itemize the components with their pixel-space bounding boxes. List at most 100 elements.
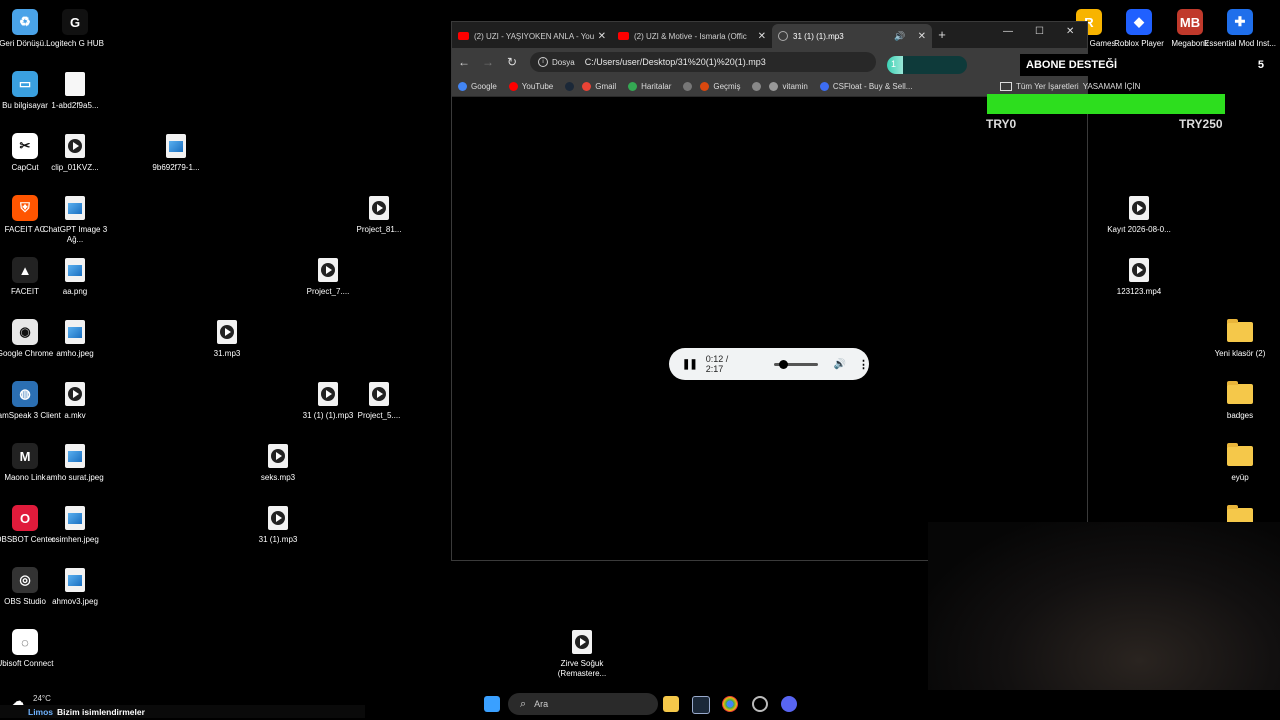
close-icon[interactable]: ✕ xyxy=(918,31,926,42)
bookmark-item[interactable]: YouTube xyxy=(508,81,553,91)
desktop-icon-label: a.mkv xyxy=(64,411,86,420)
overlay-count: 5 xyxy=(1257,59,1264,71)
bookmark-label: Haritalar xyxy=(641,81,672,91)
desktop-icon-osimhen[interactable]: osimhen.jpeg xyxy=(37,500,113,545)
back-icon[interactable]: ← xyxy=(452,55,476,69)
desktop-icon-label: Yeni klasör (2) xyxy=(1214,349,1266,358)
faceit-ac-icon: ⛨ xyxy=(11,194,39,222)
bookmark-favicon-icon xyxy=(565,81,575,91)
tab-youtube-1[interactable]: (2) UZI - YAŞIYOKEN ANLA - You ✕ xyxy=(452,24,612,48)
desktop-icon-a-mkv[interactable]: a.mkv xyxy=(37,376,113,421)
start-icon[interactable] xyxy=(484,696,500,712)
desktop-icon-chatgpt-image[interactable]: ChatGPT Image 3 Ağ... xyxy=(37,190,113,245)
desktop-icon-logitech[interactable]: G Logitech G HUB xyxy=(37,4,113,49)
all-bookmarks[interactable]: Tüm Yer İşaretleri YASAMAM İÇİN xyxy=(1000,82,1140,91)
close-icon[interactable]: ✕ xyxy=(598,31,606,42)
steam-icon[interactable] xyxy=(692,696,710,714)
desktop-icon-project-7[interactable]: Project_7.... xyxy=(290,252,366,297)
close-icon[interactable]: ✕ xyxy=(758,31,766,42)
seek-bar[interactable] xyxy=(774,359,818,369)
desktop-icon-label: 1-abd2f9a5... xyxy=(51,101,99,110)
obs-studio-icon: ◎ xyxy=(11,566,39,594)
bookmark-item[interactable] xyxy=(565,81,578,91)
desktop-icon-yeni-klasor[interactable]: Yeni klasör (2) xyxy=(1202,314,1278,359)
desktop-icon-kayit[interactable]: Kayıt 2026-08-0... xyxy=(1101,190,1177,235)
desktop-icon-badges[interactable]: badges xyxy=(1202,376,1278,421)
desktop-icon-31-mp3[interactable]: 31.mp3 xyxy=(189,314,265,359)
chrome-icon[interactable] xyxy=(722,696,738,712)
desktop-icon-file-1abd[interactable]: 1-abd2f9a5... xyxy=(37,66,113,111)
desktop-icon-label: clip_01KVZ... xyxy=(51,163,99,172)
image-file-icon xyxy=(61,566,89,594)
desktop-icon-label: badges xyxy=(1226,411,1254,420)
reload-icon[interactable]: ↻ xyxy=(500,55,524,69)
forward-icon[interactable]: → xyxy=(476,55,500,69)
media-file-icon xyxy=(264,442,292,470)
desktop-icon-eyup[interactable]: eyüp xyxy=(1202,438,1278,483)
weather-temp[interactable]: 24°C xyxy=(33,694,51,703)
youtube-icon xyxy=(458,32,469,40)
bookmark-item[interactable]: Haritalar xyxy=(628,81,672,91)
overlay-title: ABONE DESTEĞİ xyxy=(1026,59,1118,71)
bookmark-favicon-icon xyxy=(582,81,592,91)
desktop-icon-file-9b692[interactable]: 9b692f79-1... xyxy=(138,128,214,173)
tab-mp3[interactable]: 31 (1) (1).mp3 🔊 ✕ xyxy=(772,24,932,48)
image-file-icon xyxy=(61,442,89,470)
media-file-icon xyxy=(213,318,241,346)
maximize-icon[interactable]: ☐ xyxy=(1035,26,1044,37)
desktop-icon-31-1-mp3[interactable]: 31 (1).mp3 xyxy=(240,500,316,545)
audio-player[interactable]: ❚❚ 0:12 / 2:17 🔊 ⋮ xyxy=(669,348,869,380)
desktop-icon-ahmov3[interactable]: ahmov3.jpeg xyxy=(37,562,113,607)
goal-max-label: TRY250 xyxy=(1179,117,1223,131)
desktop-icon-label: 31.mp3 xyxy=(213,349,241,358)
faceit-icon: ▲ xyxy=(11,256,39,284)
new-tab-button[interactable]: + xyxy=(932,24,952,48)
image-file-icon xyxy=(61,504,89,532)
tab-youtube-2[interactable]: (2) UZI & Motive - Ismarla (Offic ✕ xyxy=(612,24,772,48)
desktop-icon-project-81[interactable]: Project_81... xyxy=(341,190,417,235)
bookmark-label: Gmail xyxy=(595,81,617,91)
file-explorer-icon[interactable] xyxy=(663,696,679,712)
taskbar-search[interactable]: ⌕ Ara xyxy=(508,693,658,715)
image-file-icon xyxy=(61,318,89,346)
search-placeholder: Ara xyxy=(534,699,549,709)
window-close-icon[interactable]: ✕ xyxy=(1066,26,1074,37)
pause-icon[interactable]: ❚❚ xyxy=(682,359,698,370)
donation-overlay-title: ABONE DESTEĞİ 5 xyxy=(1020,54,1270,76)
obsbot-icon: O xyxy=(11,504,39,532)
desktop-icon-amho-surat[interactable]: amho surat.jpeg xyxy=(37,438,113,483)
media-file-icon xyxy=(314,256,342,284)
bookmark-item[interactable]: Gmail xyxy=(582,81,617,91)
discord-icon[interactable] xyxy=(781,696,797,712)
seek-thumb[interactable] xyxy=(778,359,788,369)
obs-icon[interactable] xyxy=(752,696,768,712)
bookmark-item[interactable] xyxy=(752,81,765,91)
bookmark-item[interactable]: Google xyxy=(458,81,497,91)
volume-icon[interactable]: 🔊 xyxy=(834,359,846,370)
desktop-icon-zirve-soguk[interactable]: Zirve Soğuk (Remastere... xyxy=(544,624,620,679)
desktop-icon-seks-mp3[interactable]: seks.mp3 xyxy=(240,438,316,483)
address-bar[interactable]: i Dosya C:/Users/user/Desktop/31%20(1)%20… xyxy=(530,52,876,72)
desktop-icon-project-5[interactable]: Project_5.... xyxy=(341,376,417,421)
image-file-icon xyxy=(162,132,190,160)
player-time: 0:12 / 2:17 xyxy=(705,354,729,374)
media-file-icon xyxy=(365,380,393,408)
desktop-icon-aa-png[interactable]: aa.png xyxy=(37,252,113,297)
desktop-icon-amho-jpeg[interactable]: amho.jpeg xyxy=(37,314,113,359)
desktop-icon-label: ahmov3.jpeg xyxy=(52,597,98,606)
site-info-chip[interactable]: i Dosya xyxy=(538,57,575,67)
bookmark-item[interactable]: Geçmiş xyxy=(700,81,740,91)
desktop-icon-ubisoft[interactable]: ◌ Ubisoft Connect xyxy=(0,624,63,669)
ticker-prefix: Limos xyxy=(28,706,54,717)
bookmark-item[interactable]: vitamin xyxy=(769,81,808,91)
bookmark-item[interactable]: CSFloat - Buy & Sell... xyxy=(819,81,912,91)
minimize-icon[interactable]: — xyxy=(1003,26,1013,37)
desktop-icon-essential-mod[interactable]: ✚ Essential Mod Inst... xyxy=(1202,4,1278,49)
folder-icon xyxy=(1226,442,1254,470)
bookmark-item[interactable] xyxy=(683,81,696,91)
speaker-icon[interactable]: 🔊 xyxy=(894,31,905,42)
megabonk-icon: MB xyxy=(1176,8,1204,36)
desktop-icon-123123-mp4[interactable]: 123123.mp4 xyxy=(1101,252,1177,297)
desktop-icon-clip-01kvz[interactable]: clip_01KVZ... xyxy=(37,128,113,173)
more-options-icon[interactable]: ⋮ xyxy=(858,358,869,371)
